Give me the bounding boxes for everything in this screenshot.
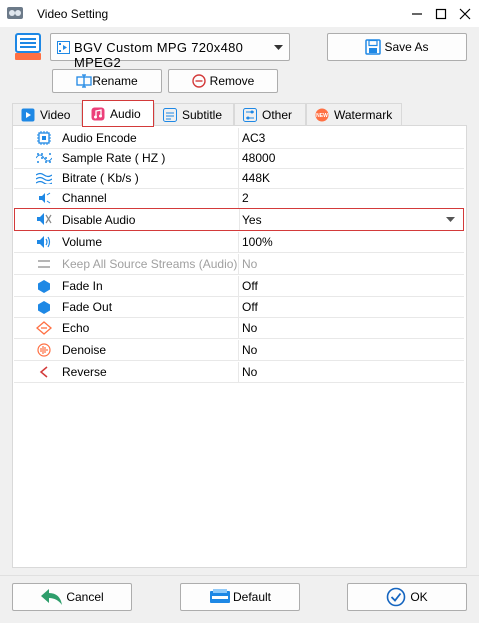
property-row-audio-encode[interactable]: Audio Encode AC3 xyxy=(14,128,464,149)
preset-selected-value: BGV Custom MPG 720x480 MPEG2 xyxy=(74,40,244,70)
property-value: 2 xyxy=(242,191,249,205)
echo-icon xyxy=(36,321,52,335)
cancel-label: Cancel xyxy=(66,590,104,604)
subtitle-icon xyxy=(163,108,177,122)
property-row-keep-all-source-streams: Keep All Source Streams (Audio) No xyxy=(14,254,464,275)
tab-watermark[interactable]: NEW Watermark xyxy=(306,103,402,126)
property-name: Reverse xyxy=(62,365,107,379)
tab-video-label: Video xyxy=(40,108,71,122)
maximize-icon xyxy=(435,8,447,20)
tab-subtitle-label: Subtitle xyxy=(182,108,223,122)
property-value: No xyxy=(242,365,258,379)
check-circle-icon xyxy=(387,587,406,607)
speaker-muted-icon xyxy=(36,212,52,226)
property-row-reverse[interactable]: Reverse No xyxy=(14,362,464,383)
save-as-label: Save As xyxy=(384,40,429,54)
save-icon xyxy=(365,39,382,55)
minimize-button[interactable] xyxy=(405,3,429,25)
property-row-sample-rate[interactable]: Sample Rate ( HZ ) 48000 xyxy=(14,148,464,169)
default-label: Default xyxy=(232,590,272,604)
property-value: 48000 xyxy=(242,151,276,165)
footer-divider xyxy=(0,575,479,576)
property-value: Off xyxy=(242,279,258,293)
property-name: Echo xyxy=(62,321,90,335)
property-row-bitrate[interactable]: Bitrate ( Kb/s ) 448K xyxy=(14,168,464,189)
property-row-fade-out[interactable]: Fade Out Off xyxy=(14,297,464,318)
speaker-icon xyxy=(36,235,52,249)
film-icon xyxy=(57,41,70,54)
property-row-fade-in[interactable]: Fade In Off xyxy=(14,276,464,297)
lines-icon xyxy=(36,257,52,271)
new-badge-icon: NEW xyxy=(315,108,329,122)
title-bar: Video Setting xyxy=(0,0,479,27)
denoise-icon xyxy=(36,343,52,357)
property-name: Fade Out xyxy=(62,300,113,314)
property-name: Sample Rate ( HZ ) xyxy=(62,151,166,165)
property-value: No xyxy=(242,257,258,271)
tab-other[interactable]: Other xyxy=(234,103,306,126)
default-button[interactable]: Default xyxy=(180,583,300,611)
remove-label: Remove xyxy=(209,74,255,88)
cancel-button[interactable]: Cancel xyxy=(12,583,132,611)
hexagon-icon xyxy=(36,279,52,293)
property-name: Bitrate ( Kb/s ) xyxy=(62,171,139,185)
tab-subtitle[interactable]: Subtitle xyxy=(154,103,234,126)
property-name: Fade In xyxy=(62,279,103,293)
property-name: Audio Encode xyxy=(62,131,137,145)
property-row-channel[interactable]: Channel 2 xyxy=(14,188,464,209)
video-icon xyxy=(21,108,35,122)
tab-watermark-label: Watermark xyxy=(334,108,393,122)
reverse-icon xyxy=(36,365,52,379)
tab-video[interactable]: Video xyxy=(12,103,82,126)
music-note-icon xyxy=(91,107,105,120)
chip-icon xyxy=(36,131,52,145)
ok-label: OK xyxy=(410,590,428,604)
sample-rate-icon xyxy=(36,151,52,165)
property-value: No xyxy=(242,321,258,335)
save-as-button[interactable]: Save As xyxy=(327,33,467,61)
remove-button[interactable]: Remove xyxy=(168,69,278,93)
property-row-volume[interactable]: Volume 100% xyxy=(14,232,464,253)
property-value: 448K xyxy=(242,171,271,185)
undo-arrow-icon xyxy=(41,589,63,605)
ok-button[interactable]: OK xyxy=(347,583,467,611)
sliders-icon xyxy=(243,108,257,122)
close-icon xyxy=(459,8,471,20)
channel-icon xyxy=(36,191,52,205)
property-row-denoise[interactable]: Denoise No xyxy=(14,340,464,361)
chevron-down-icon xyxy=(274,45,283,50)
rename-button[interactable]: Rename xyxy=(52,69,162,93)
property-value: Yes xyxy=(242,213,262,227)
property-row-disable-audio[interactable]: Disable Audio Yes xyxy=(14,208,464,231)
property-name: Keep All Source Streams (Audio) xyxy=(62,257,238,271)
property-name: Disable Audio xyxy=(62,213,136,227)
maximize-button[interactable] xyxy=(429,3,453,25)
rename-icon xyxy=(76,74,92,88)
tab-audio-label: Audio xyxy=(110,106,141,121)
remove-icon xyxy=(191,74,206,88)
window-title: Video Setting xyxy=(37,7,109,21)
tab-audio[interactable]: Audio xyxy=(82,100,154,127)
app-icon xyxy=(7,7,23,19)
rename-label: Rename xyxy=(92,74,138,88)
property-row-echo[interactable]: Echo No xyxy=(14,318,464,339)
property-value: No xyxy=(242,343,258,357)
minimize-icon xyxy=(412,13,422,15)
property-name: Denoise xyxy=(62,343,107,357)
property-name: Channel xyxy=(62,191,107,205)
property-name: Volume xyxy=(62,235,103,249)
property-value: 100% xyxy=(242,235,273,249)
property-value: AC3 xyxy=(242,131,266,145)
default-icon xyxy=(209,589,230,603)
preset-combobox[interactable]: BGV Custom MPG 720x480 MPEG2 xyxy=(50,33,290,70)
close-button[interactable] xyxy=(453,3,477,25)
hexagon-icon xyxy=(36,300,52,314)
property-value: Off xyxy=(242,300,258,314)
preset-list-icon xyxy=(15,33,41,60)
svg-text:NEW: NEW xyxy=(316,113,328,119)
chevron-down-icon[interactable] xyxy=(446,217,455,222)
tab-other-label: Other xyxy=(262,108,293,122)
wave-icon xyxy=(36,171,52,185)
